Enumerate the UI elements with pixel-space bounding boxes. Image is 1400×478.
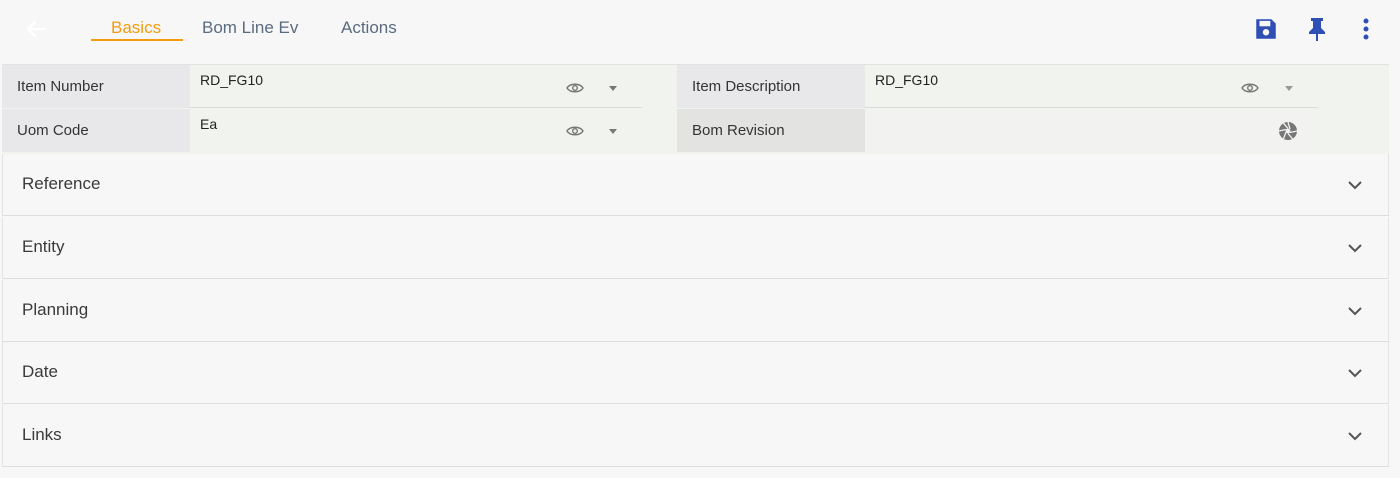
eye-icon [566, 126, 584, 136]
bom-revision-field[interactable] [865, 109, 1318, 152]
caret-down-icon [609, 85, 617, 91]
tab-bom-line-ev[interactable]: Bom Line Ev [202, 18, 298, 38]
chevron-down-icon[interactable] [1344, 425, 1366, 447]
chevron-down-icon[interactable] [1344, 362, 1366, 384]
eye-icon [1241, 83, 1259, 93]
tab-actions[interactable]: Actions [341, 18, 397, 38]
back-button[interactable] [22, 16, 50, 42]
save-button[interactable] [1251, 14, 1281, 44]
section-title: Date [22, 362, 58, 381]
pin-button[interactable] [1302, 14, 1332, 44]
item-description-view-button[interactable] [1240, 78, 1260, 98]
top-bar: Basics Bom Line Ev Actions [0, 0, 1400, 58]
section-reference[interactable]: Reference [2, 154, 1389, 216]
section-links[interactable]: Links [2, 405, 1389, 467]
item-number-dropdown-button[interactable] [603, 78, 623, 98]
item-number-view-button[interactable] [565, 78, 585, 98]
section-title: Reference [22, 174, 101, 193]
uom-code-view-button[interactable] [565, 121, 585, 141]
uom-code-label: Uom Code [2, 109, 190, 152]
section-date[interactable]: Date [2, 342, 1389, 404]
more-vertical-icon [1363, 18, 1369, 40]
chevron-down-icon[interactable] [1344, 300, 1366, 322]
save-icon [1256, 19, 1276, 39]
section-title: Entity [22, 237, 65, 256]
chevron-down-icon[interactable] [1344, 174, 1366, 196]
item-description-label: Item Description [677, 65, 865, 108]
tab-basics[interactable]: Basics [111, 18, 161, 38]
item-number-label: Item Number [2, 65, 190, 108]
caret-down-icon [609, 128, 617, 134]
chevron-down-icon[interactable] [1344, 237, 1366, 259]
more-options-button[interactable] [1351, 14, 1381, 44]
section-entity[interactable]: Entity [2, 217, 1389, 279]
section-planning[interactable]: Planning [2, 280, 1389, 342]
aperture-icon [1278, 121, 1298, 140]
bom-revision-label: Bom Revision [677, 109, 865, 152]
caret-down-icon [1285, 85, 1293, 91]
active-tab-indicator [91, 39, 183, 41]
uom-code-dropdown-button[interactable] [603, 121, 623, 141]
section-title: Planning [22, 300, 89, 319]
bom-revision-lookup-button[interactable] [1278, 121, 1298, 141]
section-title: Links [22, 425, 62, 444]
item-description-dropdown-button[interactable] [1279, 78, 1299, 98]
basics-form: Item Number RD_FG10 Item Description RD_… [2, 64, 1389, 155]
pin-icon [1309, 18, 1325, 41]
eye-icon [566, 83, 584, 93]
arrow-left-icon [26, 20, 47, 38]
